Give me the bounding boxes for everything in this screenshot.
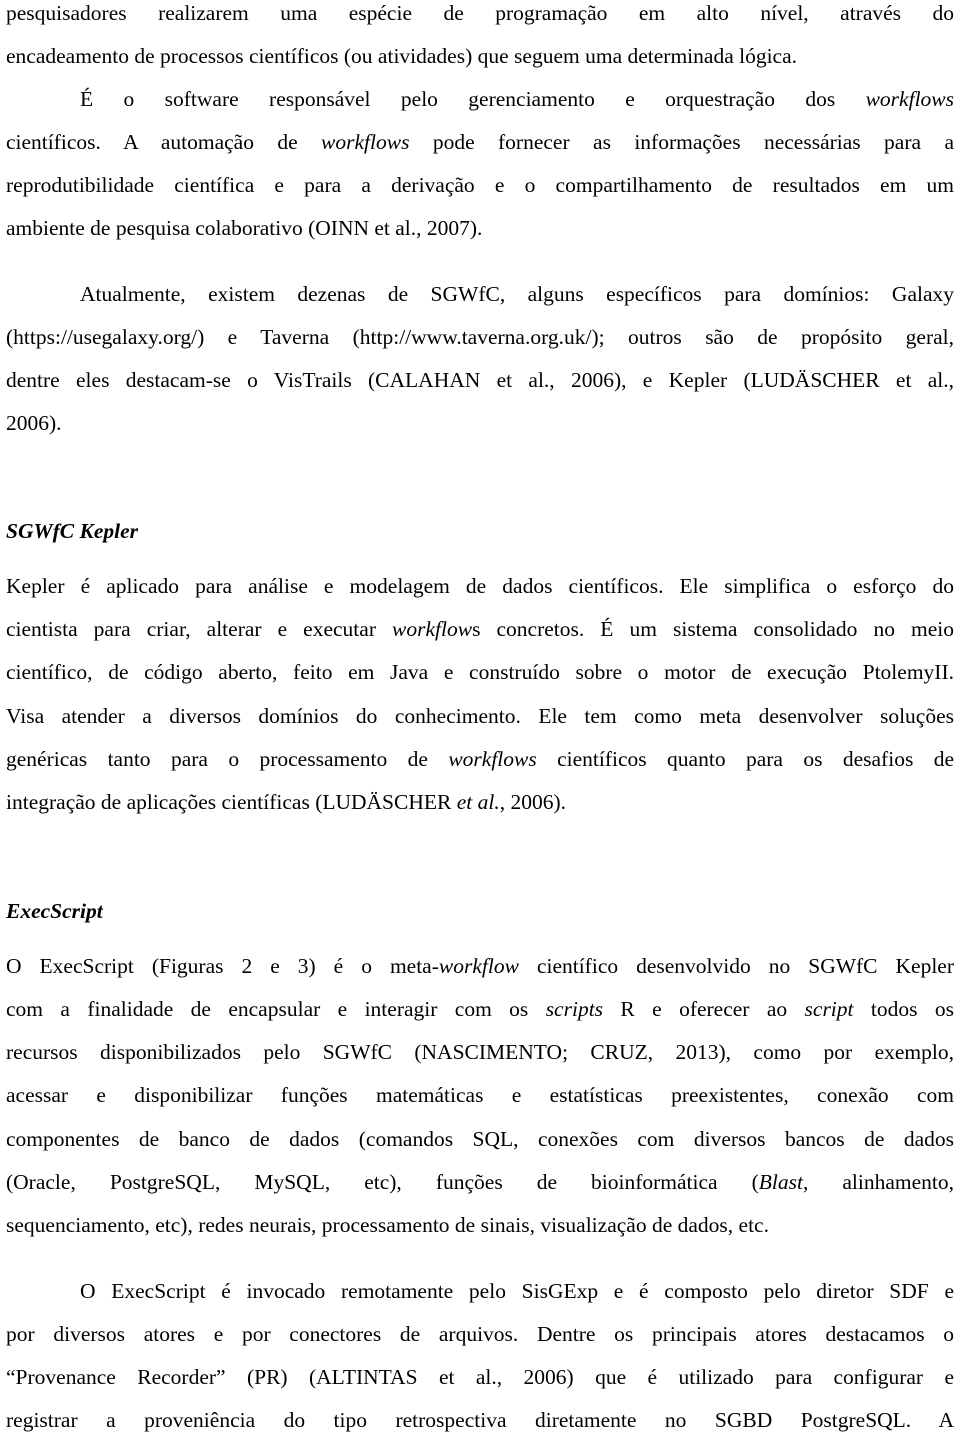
- text: O ExecScript (Figuras 2 e 3) é o meta-: [6, 954, 439, 978]
- emphasis: workflows: [321, 130, 410, 154]
- paragraph-line: (Oracle, PostgreSQL, MySQL, etc), funçõe…: [6, 1169, 954, 1195]
- paragraph-line: (https://usegalaxy.org/) e Taverna (http…: [6, 325, 954, 349]
- text: cientista para criar, alterar e executar: [6, 617, 393, 641]
- paragraph-line: sequenciamento, etc), redes neurais, pro…: [6, 1213, 769, 1237]
- paragraph-line: 2006).: [6, 411, 62, 435]
- paragraph-line: com a finalidade de encapsular e interag…: [6, 996, 954, 1022]
- paragraph-line: Atualmente, existem dezenas de SGWfC, al…: [80, 282, 954, 306]
- text: genéricas tanto para o processamento de: [6, 747, 449, 771]
- paragraph-line: encadeamento de processos científicos (o…: [6, 44, 798, 68]
- paragraph-line: recursos disponibilizados pelo SGWfC (NA…: [6, 1040, 954, 1064]
- paragraph-line: ambiente de pesquisa colaborativo (OINN …: [6, 216, 483, 240]
- emphasis: workflows: [448, 747, 537, 771]
- text: científicos. A automação de: [6, 130, 322, 154]
- emphasis: Blast: [758, 1170, 803, 1194]
- text: integração de aplicações científicas (LU…: [6, 790, 457, 814]
- paragraph-line: componentes de banco de dados (comandos …: [6, 1127, 954, 1151]
- emphasis: workflows: [865, 87, 954, 111]
- text: todos os: [853, 997, 954, 1021]
- paragraph-line: O ExecScript é invocado remotamente pelo…: [80, 1279, 954, 1303]
- paragraph-line: científicos. A automação de workflows po…: [6, 129, 954, 155]
- text: É o software responsável pelo gerenciame…: [80, 87, 866, 111]
- paragraph-line: Kepler é aplicado para análise e modelag…: [6, 574, 954, 598]
- paragraph-line: O ExecScript (Figuras 2 e 3) é o meta-wo…: [6, 953, 954, 979]
- text: pode fornecer as informações necessárias…: [409, 130, 954, 154]
- emphasis: et al.: [456, 790, 500, 814]
- text: s concretos. É um sistema consolidado no…: [472, 617, 954, 641]
- emphasis: workflow: [438, 954, 519, 978]
- text: científico desenvolvido no SGWfC Kepler: [518, 954, 954, 978]
- paragraph-line: “Provenance Recorder” (PR) (ALTINTAS et …: [6, 1365, 954, 1389]
- paragraph-line: Visa atender a diversos domínios do conh…: [6, 704, 954, 728]
- paragraph-line: por diversos atores e por conectores de …: [6, 1322, 954, 1346]
- section-heading-kepler: SGWfC Kepler: [6, 519, 138, 543]
- paragraph-line: dentre eles destacam-se o VisTrails (CAL…: [6, 368, 954, 392]
- paragraph-line: integração de aplicações científicas (LU…: [6, 789, 954, 815]
- paragraph-line: pesquisadores realizarem uma espécie de …: [6, 1, 954, 25]
- emphasis: scripts: [545, 997, 604, 1021]
- paragraph-line: acessar e disponibilizar funções matemát…: [6, 1083, 954, 1107]
- paragraph-line: científico, de código aberto, feito em J…: [6, 660, 954, 684]
- text: R e oferecer ao: [603, 997, 805, 1021]
- emphasis: workflow: [392, 617, 473, 641]
- paragraph-line: genéricas tanto para o processamento de …: [6, 746, 954, 772]
- text: científicos quanto para os desafios de: [536, 747, 954, 771]
- text: (Oracle, PostgreSQL, MySQL, etc), funçõe…: [6, 1170, 759, 1194]
- text: com a finalidade de encapsular e interag…: [6, 997, 546, 1021]
- paragraph-line: registrar a proveniência do tipo retrosp…: [6, 1408, 954, 1432]
- paragraph-line: É o software responsável pelo gerenciame…: [80, 86, 954, 112]
- paragraph-line: cientista para criar, alterar e executar…: [6, 616, 954, 642]
- section-heading-execscript: ExecScript: [6, 899, 103, 923]
- paragraph-line: reprodutibilidade científica e para a de…: [6, 173, 954, 197]
- emphasis: script: [804, 997, 854, 1021]
- text: , alinhamento,: [802, 1170, 954, 1194]
- text: , 2006).: [499, 790, 567, 814]
